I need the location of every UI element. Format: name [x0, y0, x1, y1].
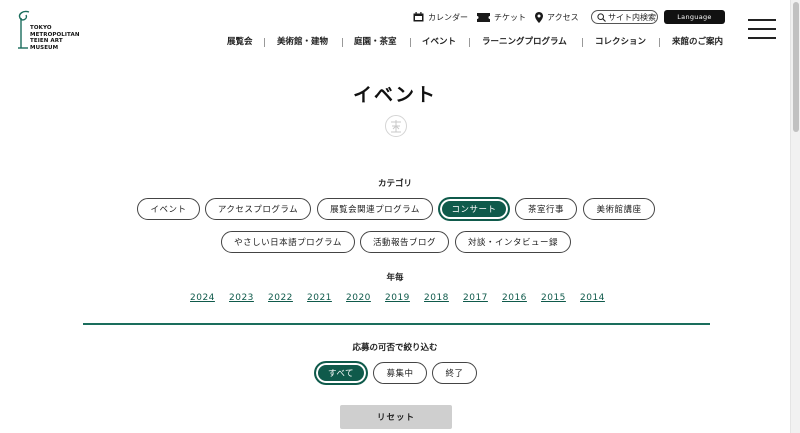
year-link-2022[interactable]: 2022 [268, 293, 293, 303]
nav-item-visit[interactable]: 来館のご案内 [672, 35, 723, 49]
nav-item-events[interactable]: イベント [422, 35, 456, 49]
garden-emblem-icon [385, 115, 407, 137]
category-chip-event[interactable]: イベント [137, 198, 200, 220]
map-pin-icon [535, 11, 543, 23]
nav-item-museum-building[interactable]: 美術館・建物 [277, 35, 328, 49]
nav-item-exhibitions[interactable]: 展覧会 [227, 35, 253, 49]
year-link-2021[interactable]: 2021 [307, 293, 332, 303]
global-nav: 展覧会 美術館・建物 庭園・茶室 イベント ラーニングプログラム コレクション … [0, 35, 800, 49]
section-divider [83, 323, 710, 325]
category-chip-tea-ceremony[interactable]: 茶室行事 [515, 198, 577, 220]
filter-label: 応募の可否で絞り込む [352, 343, 438, 353]
filter-chip-open[interactable]: 募集中 [373, 362, 427, 384]
calendar-label: カレンダー [428, 12, 468, 22]
search-label: サイト内検索 [608, 12, 656, 22]
ticket-label: チケット [494, 12, 526, 22]
category-label: カテゴリ [377, 179, 412, 189]
year-link-2020[interactable]: 2020 [346, 293, 371, 303]
category-chip-access-program[interactable]: アクセスプログラム [205, 198, 311, 220]
year-link-2015[interactable]: 2015 [541, 293, 566, 303]
category-chip-concert[interactable]: コンサート [439, 198, 509, 220]
site-header: TOKYO METROPOLITAN TEIEN ART MUSEUM カレンダ… [0, 0, 800, 58]
nav-item-collection[interactable]: コレクション [595, 35, 646, 49]
scrollbar-thumb[interactable] [793, 2, 799, 132]
page-title: イベント [352, 84, 437, 106]
calendar-link[interactable]: カレンダー [413, 10, 468, 24]
year-link-2018[interactable]: 2018 [424, 293, 449, 303]
year-link-2024[interactable]: 2024 [190, 293, 215, 303]
site-search-button[interactable]: サイト内検索 [591, 10, 658, 24]
category-chip-activity-blog[interactable]: 活動報告ブログ [360, 231, 449, 253]
calendar-icon [413, 12, 424, 22]
filter-chip-closed[interactable]: 終了 [432, 362, 477, 384]
search-icon [597, 12, 606, 22]
year-label: 年毎 [386, 273, 404, 283]
year-link-2014[interactable]: 2014 [580, 293, 605, 303]
year-link-2023[interactable]: 2023 [229, 293, 254, 303]
reset-button[interactable]: リセット [340, 405, 452, 429]
year-link-2019[interactable]: 2019 [385, 293, 410, 303]
access-link[interactable]: アクセス [535, 10, 579, 24]
page-scrollbar[interactable] [790, 0, 800, 433]
ticket-icon [477, 12, 490, 22]
category-chip-museum-lecture[interactable]: 美術館講座 [583, 198, 655, 220]
category-chip-exhibition-program[interactable]: 展覧会関連プログラム [317, 198, 433, 220]
category-chip-easy-japanese[interactable]: やさしい日本語プログラム [221, 231, 355, 253]
filter-chip-all[interactable]: すべて [315, 362, 367, 384]
year-link-2017[interactable]: 2017 [463, 293, 488, 303]
nav-item-garden-teahouse[interactable]: 庭園・茶室 [354, 35, 397, 49]
year-link-2016[interactable]: 2016 [502, 293, 527, 303]
access-label: アクセス [547, 12, 579, 22]
category-chip-interviews[interactable]: 対談・インタビュー録 [455, 231, 571, 253]
ticket-link[interactable]: チケット [477, 10, 526, 24]
nav-item-learning[interactable]: ラーニングプログラム [482, 35, 567, 49]
language-button[interactable]: Language [664, 10, 725, 24]
